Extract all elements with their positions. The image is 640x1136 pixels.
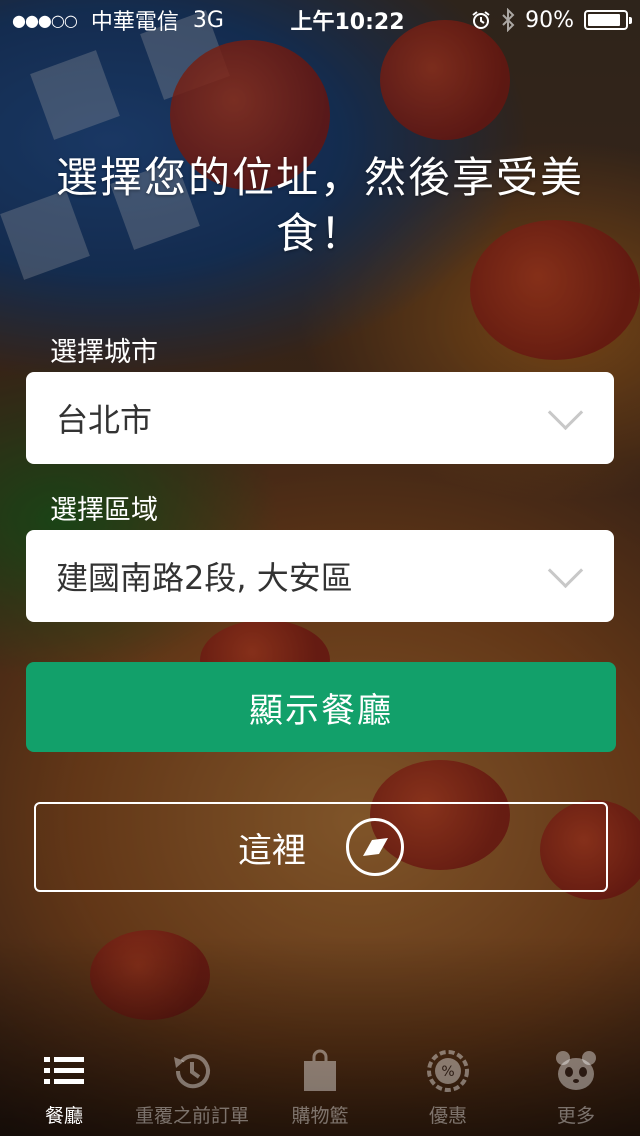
list-icon (44, 1057, 84, 1084)
bag-icon (304, 1049, 336, 1091)
network-type: 3G (192, 7, 224, 33)
show-restaurants-label: 顯示餐廳 (249, 690, 393, 731)
city-label: 選擇城市 (50, 337, 158, 368)
city-value: 台北市 (56, 401, 153, 439)
tab-reorder[interactable]: 重覆之前訂單 (128, 1036, 256, 1136)
tab-offers[interactable]: % 優惠 (384, 1036, 512, 1136)
panda-icon (556, 1051, 596, 1090)
signal-strength: ●●●○○ (12, 10, 78, 30)
status-bar: ●●●○○ 中華電信 3G 上午10:22 90% (0, 0, 640, 40)
tab-label: 重覆之前訂單 (134, 1105, 249, 1127)
area-select[interactable]: 建國南路2段, 大安區 (26, 530, 614, 622)
tab-label: 餐廳 (44, 1105, 83, 1127)
carrier-name: 中華電信 (90, 10, 179, 35)
history-icon (174, 1054, 210, 1089)
svg-text:%: % (441, 1064, 454, 1080)
tab-bar: 餐廳 重覆之前訂單 購物籃 % 優惠 更多 (0, 1036, 640, 1136)
battery-icon (584, 10, 632, 30)
city-select[interactable]: 台北市 (26, 372, 614, 464)
here-label: 這裡 (238, 830, 306, 871)
battery-percent: 90% (525, 7, 574, 33)
area-label: 選擇區域 (50, 495, 158, 526)
tab-more[interactable]: 更多 (512, 1036, 640, 1136)
tab-cart[interactable]: 購物籃 (256, 1036, 384, 1136)
percent-badge-icon: % (427, 1050, 469, 1092)
page-title: 選擇您的位址，然後享受美食！ (55, 153, 584, 258)
tab-label: 優惠 (428, 1105, 467, 1127)
use-current-location-button[interactable]: 這裡 (34, 802, 608, 892)
tab-label: 購物籃 (291, 1105, 349, 1127)
chevron-down-icon (547, 394, 584, 430)
area-value: 建國南路2段, 大安區 (56, 559, 353, 597)
show-restaurants-button[interactable]: 顯示餐廳 (26, 662, 616, 752)
clock: 上午10:22 (290, 10, 405, 35)
alarm-icon (472, 11, 490, 29)
bluetooth-icon (502, 8, 515, 32)
chevron-down-icon (547, 552, 584, 588)
location-arrow-icon (346, 818, 404, 876)
tab-label: 更多 (556, 1105, 595, 1127)
tab-restaurants[interactable]: 餐廳 (0, 1036, 128, 1136)
